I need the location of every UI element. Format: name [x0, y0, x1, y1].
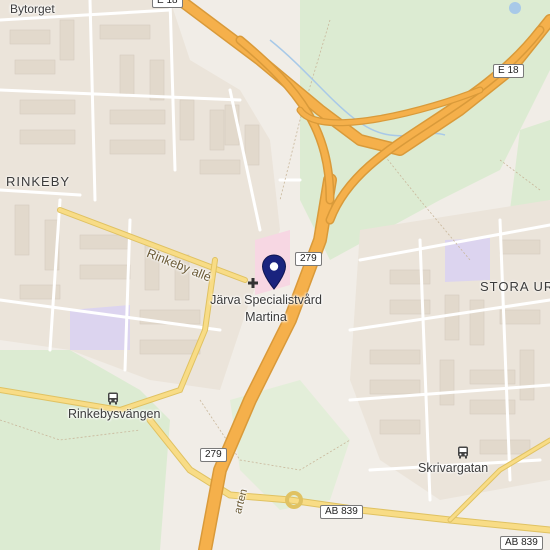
rinkeby-residential	[0, 0, 280, 390]
road-shield-ab839-right: AB 839	[500, 536, 543, 550]
pond	[509, 2, 521, 14]
road-shield-e18-right: E 18	[493, 64, 524, 78]
road-shield-279-lower: 279	[200, 448, 227, 462]
road-shield-e18-top: E 18	[152, 0, 183, 8]
poi-name-line-1: Järva Specialistvård	[210, 293, 322, 307]
park-southwest	[0, 350, 170, 550]
road-shield-ab839-left: AB 839	[320, 505, 363, 519]
road-shield-279-upper: 279	[295, 252, 322, 266]
bus-stop-label-skrivargatan[interactable]: Skrivargatan	[418, 461, 488, 475]
poi-label[interactable]: Järva Specialistvård Martina	[186, 292, 346, 326]
map-canvas[interactable]: RINKEBY STORA UR Bytorget Rinkeby allé a…	[0, 0, 550, 550]
poi-name-line-2: Martina	[245, 310, 287, 324]
area-label-stora-ur: STORA UR	[480, 279, 550, 294]
bus-stop-label-rinkebysvangen[interactable]: Rinkebysvängen	[68, 407, 160, 421]
area-label-rinkeby: RINKEBY	[6, 174, 71, 189]
place-label-bytorget: Bytorget	[10, 2, 55, 16]
map-pin-icon[interactable]	[261, 254, 287, 295]
